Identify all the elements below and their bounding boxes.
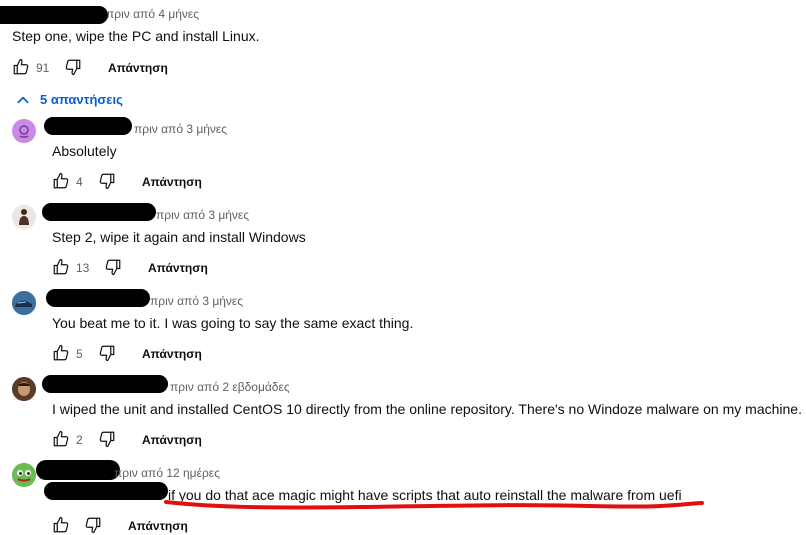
- replies-count-label: 5 απαντήσεις: [40, 92, 123, 107]
- thumbs-down-icon: [65, 59, 81, 76]
- reply-button[interactable]: Απάντηση: [142, 433, 202, 447]
- comment-timestamp: πριν από 3 μήνες: [134, 122, 228, 136]
- comment-text: I wiped the unit and installed CentOS 10…: [52, 401, 802, 417]
- comment-timestamp: πριν από 2 εβδομάδες: [170, 380, 290, 394]
- avatar[interactable]: [12, 377, 36, 401]
- redacted-mention: [44, 482, 168, 500]
- frog-avatar-icon: [12, 463, 36, 487]
- reply-button[interactable]: Απάντηση: [148, 261, 208, 275]
- redacted-username: [42, 375, 168, 393]
- like-count: 4: [76, 175, 83, 189]
- comment-timestamp: πριν από 3 μήνες: [156, 208, 250, 222]
- default-avatar-icon: [12, 119, 36, 143]
- thumbs-down-icon: [99, 431, 115, 448]
- dislike-button[interactable]: [98, 430, 116, 448]
- dislike-button[interactable]: [98, 172, 116, 190]
- dislike-button[interactable]: [64, 58, 82, 76]
- like-button[interactable]: [52, 516, 70, 534]
- like-count: 91: [36, 61, 50, 75]
- avatar[interactable]: [12, 119, 36, 143]
- like-count: 5: [76, 347, 83, 361]
- like-button[interactable]: [52, 344, 70, 362]
- dislike-button[interactable]: [98, 344, 116, 362]
- like-button[interactable]: [12, 58, 30, 76]
- red-underline-annotation: [164, 500, 704, 510]
- thumbs-up-icon: [53, 430, 69, 447]
- figure-avatar-icon: [12, 205, 36, 229]
- like-button[interactable]: [52, 172, 70, 190]
- thumbs-down-icon: [99, 345, 115, 362]
- comment-text: Step 2, wipe it again and install Window…: [52, 229, 306, 245]
- redacted-username: [46, 289, 150, 307]
- redacted-username: [44, 117, 132, 135]
- avatar[interactable]: [12, 463, 36, 487]
- comment-timestamp: πριν από 12 ημέρες: [114, 466, 220, 480]
- thumbs-up-icon: [13, 58, 29, 75]
- thumbs-up-icon: [53, 172, 69, 189]
- reply-button[interactable]: Απάντηση: [128, 519, 188, 533]
- dislike-button[interactable]: [84, 516, 102, 534]
- reply-button[interactable]: Απάντηση: [108, 61, 168, 75]
- comment-timestamp: πριν από 3 μήνες: [150, 294, 244, 308]
- redacted-username: [0, 6, 108, 24]
- reply-button[interactable]: Απάντηση: [142, 175, 202, 189]
- dislike-button[interactable]: [104, 258, 122, 276]
- car-avatar-icon: [12, 291, 36, 315]
- reply-button[interactable]: Απάντηση: [142, 347, 202, 361]
- thumbs-up-icon: [53, 258, 69, 275]
- avatar[interactable]: [12, 205, 36, 229]
- comment-text: Step one, wipe the PC and install Linux.: [12, 28, 260, 44]
- chevron-up-icon: [17, 96, 29, 103]
- thumbs-up-icon: [53, 516, 69, 533]
- thumbs-down-icon: [85, 517, 101, 534]
- comment-timestamp: πριν από 4 μήνες: [106, 7, 200, 21]
- thumbs-down-icon: [99, 173, 115, 190]
- comment-text: You beat me to it. I was going to say th…: [52, 315, 414, 331]
- comment-text: Absolutely: [52, 143, 117, 159]
- avatar[interactable]: [12, 291, 36, 315]
- like-button[interactable]: [52, 430, 70, 448]
- like-button[interactable]: [52, 258, 70, 276]
- like-count: 2: [76, 433, 83, 447]
- thumbs-up-icon: [53, 344, 69, 361]
- thumbs-down-icon: [105, 259, 121, 276]
- redacted-username: [42, 203, 156, 221]
- like-count: 13: [76, 261, 90, 275]
- redacted-username: [36, 460, 120, 480]
- replies-toggle-button[interactable]: 5 απαντήσεις: [16, 92, 123, 107]
- face-avatar-icon: [12, 377, 36, 401]
